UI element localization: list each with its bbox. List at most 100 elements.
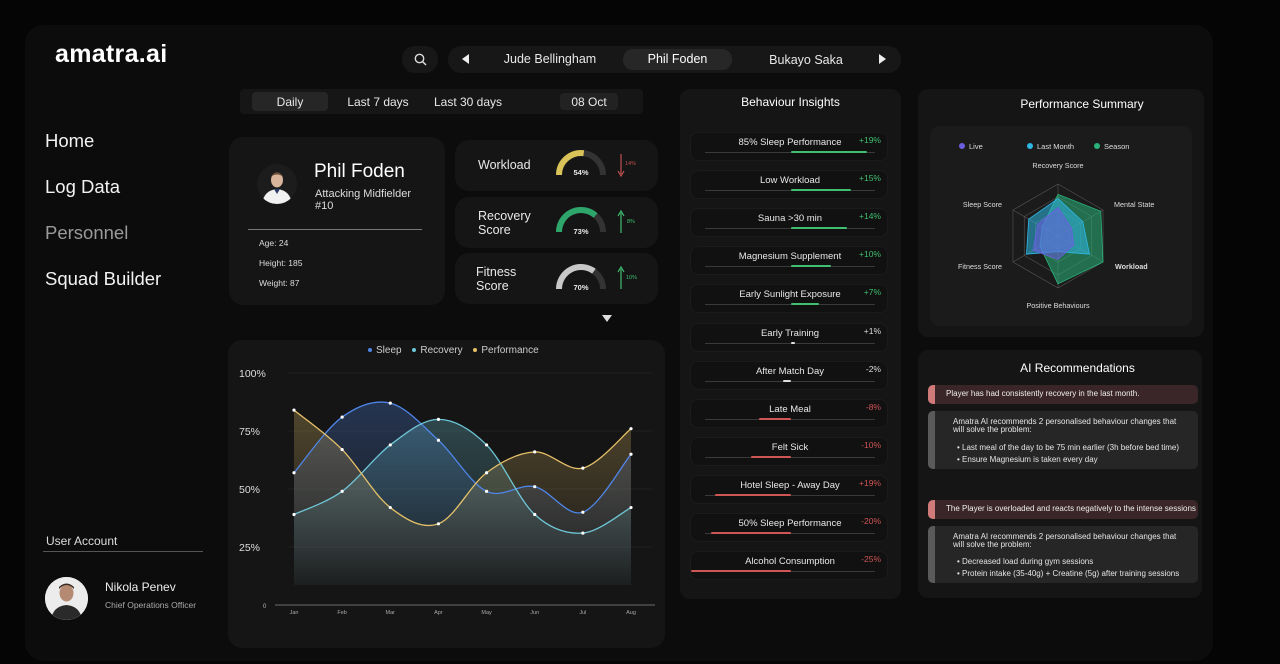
behaviour-bar (715, 493, 791, 496)
ai-alert-1[interactable]: Player has had consistently recovery in … (928, 385, 1198, 404)
ai-recommendation-1[interactable]: Amatra AI recommends 2 personalised beha… (928, 411, 1198, 469)
behaviour-delta: +1% (863, 325, 881, 336)
behaviour-track (705, 228, 875, 230)
behaviour-row[interactable]: Early Training +1% (690, 322, 888, 352)
behaviour-bar (791, 189, 851, 192)
recommendation-marker (928, 411, 935, 469)
behaviour-row[interactable]: Low Workload +15% (690, 170, 888, 200)
player-tab-bukayo-saka[interactable]: Bukayo Saka (747, 53, 865, 67)
behaviour-row[interactable]: Alcohol Consumption -25% (690, 551, 888, 581)
point-sleep (484, 489, 489, 493)
behaviour-row[interactable]: After Match Day -2% (690, 360, 888, 390)
behaviour-label: Early Sunlight Exposure (739, 289, 841, 301)
nav-log-data[interactable]: Log Data (45, 176, 120, 198)
point-sleep (388, 401, 392, 405)
metric-label-recovery: Recovery (478, 209, 531, 223)
behaviour-bar (791, 227, 847, 230)
behaviour-row[interactable]: Hotel Sleep - Away Day +19% (690, 474, 888, 504)
fitness-value: 70% (573, 283, 589, 292)
radar-axis-label: Fitness Score (958, 262, 1002, 271)
point-recovery (388, 443, 392, 447)
ai-alert-2-text: The Player is overloaded and reacts nega… (946, 504, 1196, 513)
workload-trend: 14% (625, 161, 637, 167)
point-recovery (484, 443, 489, 447)
point-sleep (581, 510, 585, 514)
point-recovery (340, 489, 344, 493)
point-recovery (292, 512, 296, 517)
behaviour-bar (791, 341, 795, 344)
fitness-trend: 10% (626, 275, 638, 281)
nav-squad-builder[interactable]: Squad Builder (45, 268, 161, 290)
period-daily[interactable]: Daily (252, 95, 328, 109)
user-avatar[interactable] (45, 577, 88, 620)
ai-rec-1-bullet-1-text: Last meal of the day to be 75 min earlie… (962, 443, 1180, 452)
behaviour-bar (691, 570, 791, 573)
ai-alert-1-text: Player has had consistently recovery in … (946, 389, 1140, 398)
behaviour-label: Sauna >30 min (757, 213, 823, 225)
x-tick-label: Aug (626, 610, 636, 616)
period-last-7-days[interactable]: Last 7 days (338, 95, 418, 109)
player-tab-phil-foden[interactable]: Phil Foden (623, 52, 732, 66)
behaviour-label: Late Meal (769, 403, 811, 415)
period-last-30-days[interactable]: Last 30 days (425, 95, 511, 109)
ai-recommendation-2-text: Amatra AI recommends 2 personalised beha… (953, 532, 1177, 549)
behaviour-bar (711, 532, 791, 534)
behaviour-track (705, 342, 875, 344)
behaviour-row[interactable]: Sauna >30 min +14% (690, 208, 888, 238)
behaviour-row[interactable]: 50% Sleep Performance -20% (690, 513, 888, 542)
ai-rec-2-bullet-1: • Decreased load during gym sessions (957, 557, 1094, 566)
player-tab-jude-bellingham[interactable]: Jude Bellingham (490, 52, 610, 66)
ai-recommendation-2[interactable]: Amatra AI recommends 2 personalised beha… (928, 526, 1198, 583)
player-weight: Weight: 87 (259, 278, 300, 288)
date-picker[interactable]: 08 Oct (560, 95, 618, 109)
radar-legend-dot (959, 143, 965, 149)
point-performance (436, 522, 441, 526)
behaviour-delta: +15% (859, 173, 881, 184)
behaviour-row[interactable]: Late Meal -8% (690, 398, 888, 428)
point-sleep (629, 452, 633, 456)
prev-player-icon[interactable] (462, 54, 470, 64)
account-divider (43, 551, 203, 552)
behaviour-label: 85% Sleep Performance (738, 137, 842, 148)
nav-personnel[interactable]: Personnel (45, 222, 128, 244)
point-sleep (340, 415, 344, 419)
behaviour-label: Felt Sick (771, 441, 809, 453)
radar-legend-label: Last Month (1037, 142, 1074, 151)
behaviour-delta: +10% (859, 249, 881, 260)
radar-legend-dot (1094, 143, 1100, 149)
x-tick-label: Apr (434, 610, 443, 616)
alert-marker (928, 500, 935, 519)
point-recovery (629, 505, 633, 510)
search-icon (414, 53, 427, 66)
x-tick-label: Jul (579, 610, 586, 616)
radar-legend-dot (1027, 143, 1033, 149)
behaviour-delta: +19% (859, 477, 881, 488)
ai-recommendations-title: AI Recommendations (1020, 361, 1135, 375)
behaviour-delta: -2% (865, 363, 881, 374)
player-height: Height: 185 (259, 258, 303, 268)
behaviour-row[interactable]: Felt Sick -10% (690, 436, 888, 466)
x-tick-label: Mar (386, 610, 396, 616)
behaviour-row[interactable]: 85% Sleep Performance +19% (690, 132, 888, 161)
radar-legend-label: Live (969, 142, 983, 151)
x-tick-label: Feb (337, 610, 346, 616)
ai-rec-2-bullet-1-text: Decreased load during gym sessions (962, 557, 1094, 566)
nav-home[interactable]: Home (45, 130, 94, 152)
user-role: Chief Operations Officer (105, 600, 197, 610)
player-avatar (257, 164, 297, 204)
trend-area-chart: 100% 75% 50% 25% 0 Jan Feb Mar Apr May Jun Jul Aug (239, 368, 655, 616)
behaviour-row[interactable]: Early Sunlight Exposure +7% (690, 284, 888, 314)
performance-radar-chart: Recovery Score Mental State Workload Positi… (958, 142, 1154, 310)
user-name: Nikola Penev (105, 580, 176, 594)
y-tick-label: 25% (239, 542, 260, 554)
point-recovery (436, 417, 441, 421)
ai-alert-2[interactable]: The Player is overloaded and reacts nega… (928, 500, 1198, 519)
next-player-icon[interactable] (878, 54, 886, 64)
ai-rec-2-bullet-2-text: Protein intake (35-40g) + Creatine (5g) … (962, 569, 1180, 578)
x-tick-label: May (481, 610, 492, 616)
expand-metrics-chevron-down-icon[interactable] (602, 315, 612, 322)
point-sleep (436, 438, 441, 442)
search-button[interactable] (402, 46, 438, 73)
behaviour-row[interactable]: Magnesium Supplement +10% (690, 246, 888, 276)
behaviour-label: 50% Sleep Performance (738, 518, 842, 529)
